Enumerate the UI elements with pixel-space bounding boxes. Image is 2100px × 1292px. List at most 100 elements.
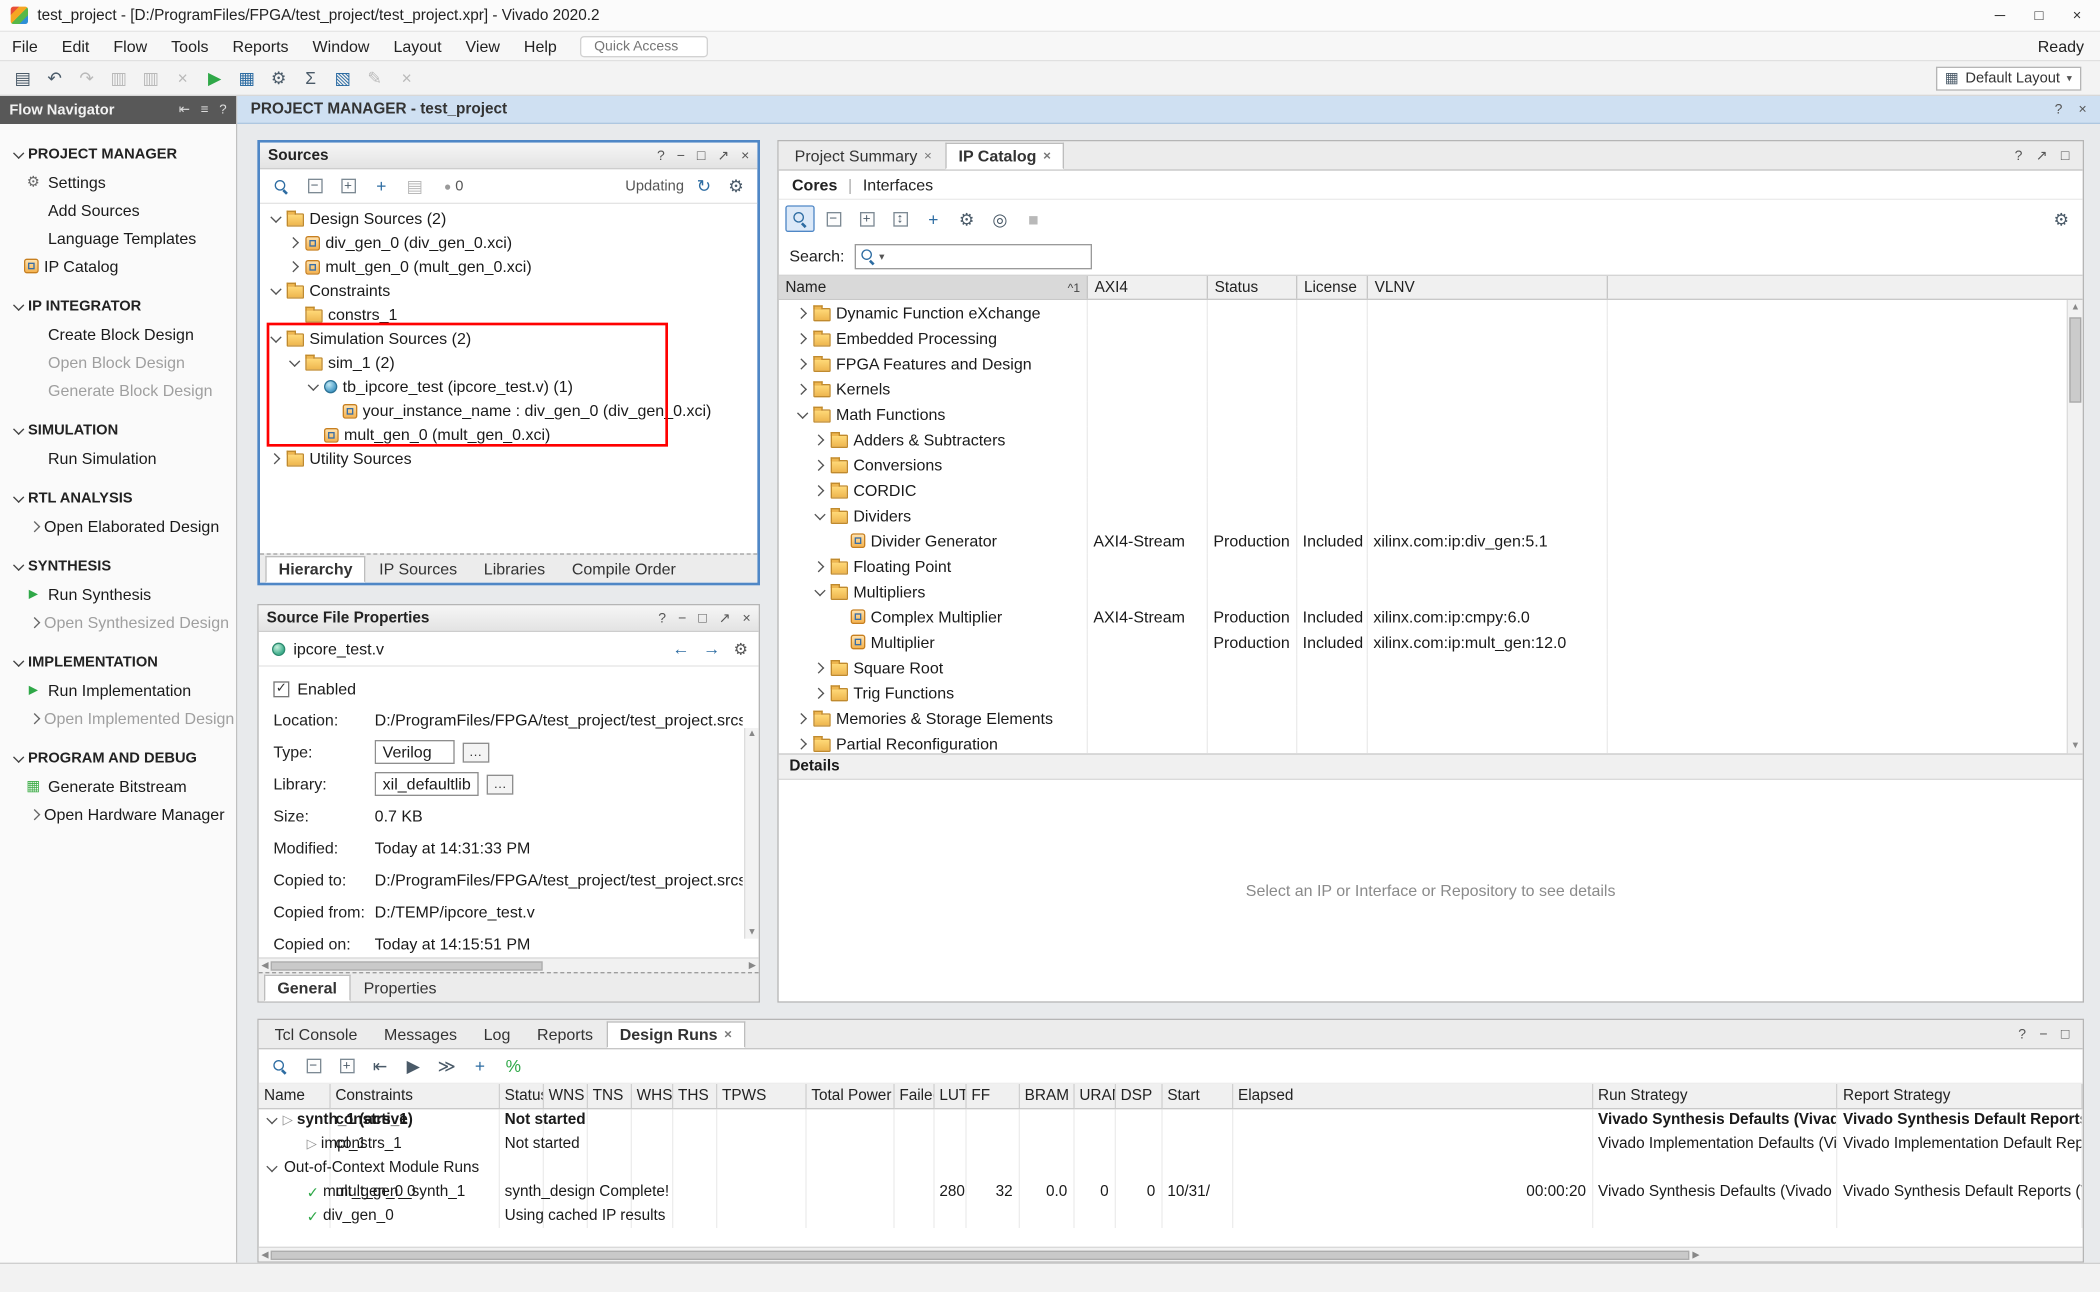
- flow-nav-row[interactable]: PROGRAM AND DEBUG: [0, 744, 236, 772]
- property-value[interactable]: D:/TEMP/ipcore_test.v: [375, 903, 535, 922]
- flow-nav-row[interactable]: IMPLEMENTATION: [0, 648, 236, 676]
- open-icon[interactable]: [305, 379, 321, 395]
- layout-selector[interactable]: ▦ Default Layout ▾: [1936, 66, 2082, 90]
- menu-item[interactable]: Layout: [381, 32, 453, 60]
- column-header[interactable]: TPWS: [716, 1084, 805, 1108]
- help-icon[interactable]: ?: [657, 147, 665, 163]
- closed-icon[interactable]: [287, 259, 303, 275]
- settings-icon[interactable]: ⚙: [264, 65, 293, 92]
- open-icon[interactable]: [268, 331, 284, 347]
- tree-row[interactable]: constrs_1: [260, 303, 757, 327]
- closed-icon[interactable]: [268, 451, 284, 467]
- open-icon[interactable]: [264, 1160, 280, 1176]
- open-icon[interactable]: [268, 211, 284, 227]
- column-header[interactable]: Report Strategy: [1837, 1084, 2082, 1108]
- property-value[interactable]: Today at 14:15:51 PM: [375, 935, 531, 954]
- flow-nav-row[interactable]: Generate Bitstream: [0, 772, 236, 800]
- help-icon[interactable]: ?: [2018, 1027, 2026, 1043]
- delete-icon[interactable]: ×: [168, 65, 197, 92]
- open-icon[interactable]: [812, 507, 828, 523]
- view-interfaces[interactable]: Interfaces: [863, 175, 933, 194]
- menu-item[interactable]: Flow: [101, 32, 159, 60]
- flow-nav-row[interactable]: Run Implementation: [0, 676, 236, 704]
- add-sources-icon[interactable]: +: [367, 173, 396, 200]
- settings-gear-icon[interactable]: ⚙: [721, 173, 750, 200]
- float-icon[interactable]: ↗: [719, 610, 731, 626]
- closed-icon[interactable]: [812, 482, 828, 498]
- help-icon[interactable]: ?: [2055, 101, 2063, 117]
- flow-nav-row[interactable]: IP INTEGRATOR: [0, 292, 236, 320]
- maximize-icon[interactable]: □: [2035, 7, 2044, 23]
- column-header[interactable]: Name: [259, 1084, 330, 1108]
- menu-item[interactable]: Edit: [50, 32, 102, 60]
- closed-icon[interactable]: [795, 305, 811, 321]
- column-header-status[interactable]: Status: [1208, 276, 1297, 299]
- catalog-row[interactable]: Embedded Processing: [779, 325, 2083, 350]
- open-icon[interactable]: [795, 406, 811, 422]
- tab[interactable]: Messages ×: [371, 1021, 471, 1048]
- copy-icon[interactable]: ▥: [104, 65, 133, 92]
- search-icon[interactable]: [785, 205, 814, 232]
- settings-gear-icon[interactable]: ⚙: [2047, 205, 2076, 232]
- closed-icon[interactable]: [287, 235, 303, 251]
- flow-nav-row[interactable]: Run Synthesis: [0, 580, 236, 608]
- close-icon[interactable]: ×: [741, 147, 749, 163]
- catalog-row[interactable]: Memories & Storage Elements: [779, 705, 2083, 730]
- open-project-icon[interactable]: ▤: [8, 65, 37, 92]
- report-icon[interactable]: ▧: [328, 65, 357, 92]
- property-value[interactable]: Today at 14:31:33 PM: [375, 839, 531, 858]
- enabled-checkbox[interactable]: ✓: [273, 681, 289, 697]
- browse-button[interactable]: …: [462, 742, 489, 762]
- tab[interactable]: Design Runs ×: [606, 1021, 745, 1048]
- closed-icon[interactable]: [795, 381, 811, 397]
- tab[interactable]: Reports ×: [524, 1021, 607, 1048]
- maximize-icon[interactable]: □: [698, 610, 706, 626]
- search-icon[interactable]: [267, 173, 296, 200]
- minimize-icon[interactable]: ─: [1995, 7, 2005, 23]
- tab[interactable]: Log ×: [470, 1021, 523, 1048]
- tree-row[interactable]: tb_ipcore_test (ipcore_test.v) (1): [260, 375, 757, 399]
- column-header[interactable]: LUT: [933, 1084, 965, 1108]
- closed-icon[interactable]: [795, 355, 811, 371]
- open-icon[interactable]: [268, 283, 284, 299]
- close-icon[interactable]: ×: [2073, 7, 2082, 23]
- table-row[interactable]: impl_1 constrs_1 Not started: [259, 1132, 2082, 1156]
- catalog-row[interactable]: Multipliers: [779, 579, 2083, 604]
- close-icon[interactable]: ×: [2078, 101, 2086, 117]
- auto-hide-icon[interactable]: ⇤: [179, 103, 190, 118]
- open-file-icon[interactable]: ▤: [400, 173, 429, 200]
- flow-nav-row[interactable]: Generate Block Design: [0, 376, 236, 404]
- scroll-thumb[interactable]: [271, 1250, 1690, 1259]
- column-header[interactable]: DSP: [1115, 1084, 1162, 1108]
- closed-icon[interactable]: [812, 685, 828, 701]
- collapse-all-icon[interactable]: −: [819, 205, 848, 232]
- default-part-icon[interactable]: ◎: [985, 205, 1014, 232]
- catalog-row[interactable]: Trig Functions: [779, 680, 2083, 705]
- flow-nav-row[interactable]: Open Implemented Design: [0, 704, 236, 732]
- collapse-all-icon[interactable]: −: [299, 1053, 328, 1080]
- run-icon[interactable]: ▶: [200, 65, 229, 92]
- expand-all-icon[interactable]: +: [333, 173, 362, 200]
- column-header-license[interactable]: License: [1297, 276, 1368, 299]
- horizontal-scrollbar[interactable]: ◀ ▶: [259, 1247, 2083, 1262]
- catalog-row[interactable]: CORDIC: [779, 477, 2083, 502]
- flow-nav-row[interactable]: SIMULATION: [0, 416, 236, 444]
- column-header[interactable]: Total Power: [805, 1084, 893, 1108]
- tab[interactable]: IP Catalog ×: [945, 143, 1064, 170]
- help-icon[interactable]: ?: [2015, 148, 2023, 164]
- column-header[interactable]: URAM: [1073, 1084, 1114, 1108]
- tree-row[interactable]: Utility Sources: [260, 447, 757, 471]
- ip-settings-icon[interactable]: ⚙: [952, 205, 981, 232]
- close-icon[interactable]: ×: [1043, 149, 1051, 164]
- column-header-name[interactable]: Name ^1: [779, 276, 1088, 299]
- ip-search-input[interactable]: [887, 247, 1087, 266]
- tab[interactable]: Compile Order ×: [559, 556, 690, 583]
- fast-forward-icon[interactable]: ≫: [432, 1053, 461, 1080]
- flow-nav-row[interactable]: Open Elaborated Design: [0, 512, 236, 540]
- column-header[interactable]: TNS: [587, 1084, 631, 1108]
- catalog-row[interactable]: Adders & Subtracters: [779, 427, 2083, 452]
- column-header-axi4[interactable]: AXI4: [1088, 276, 1208, 299]
- flow-nav-row[interactable]: Open Block Design: [0, 348, 236, 376]
- table-row[interactable]: div_gen_0 Using cached IP results: [259, 1204, 2082, 1228]
- flow-nav-row[interactable]: SYNTHESIS: [0, 552, 236, 580]
